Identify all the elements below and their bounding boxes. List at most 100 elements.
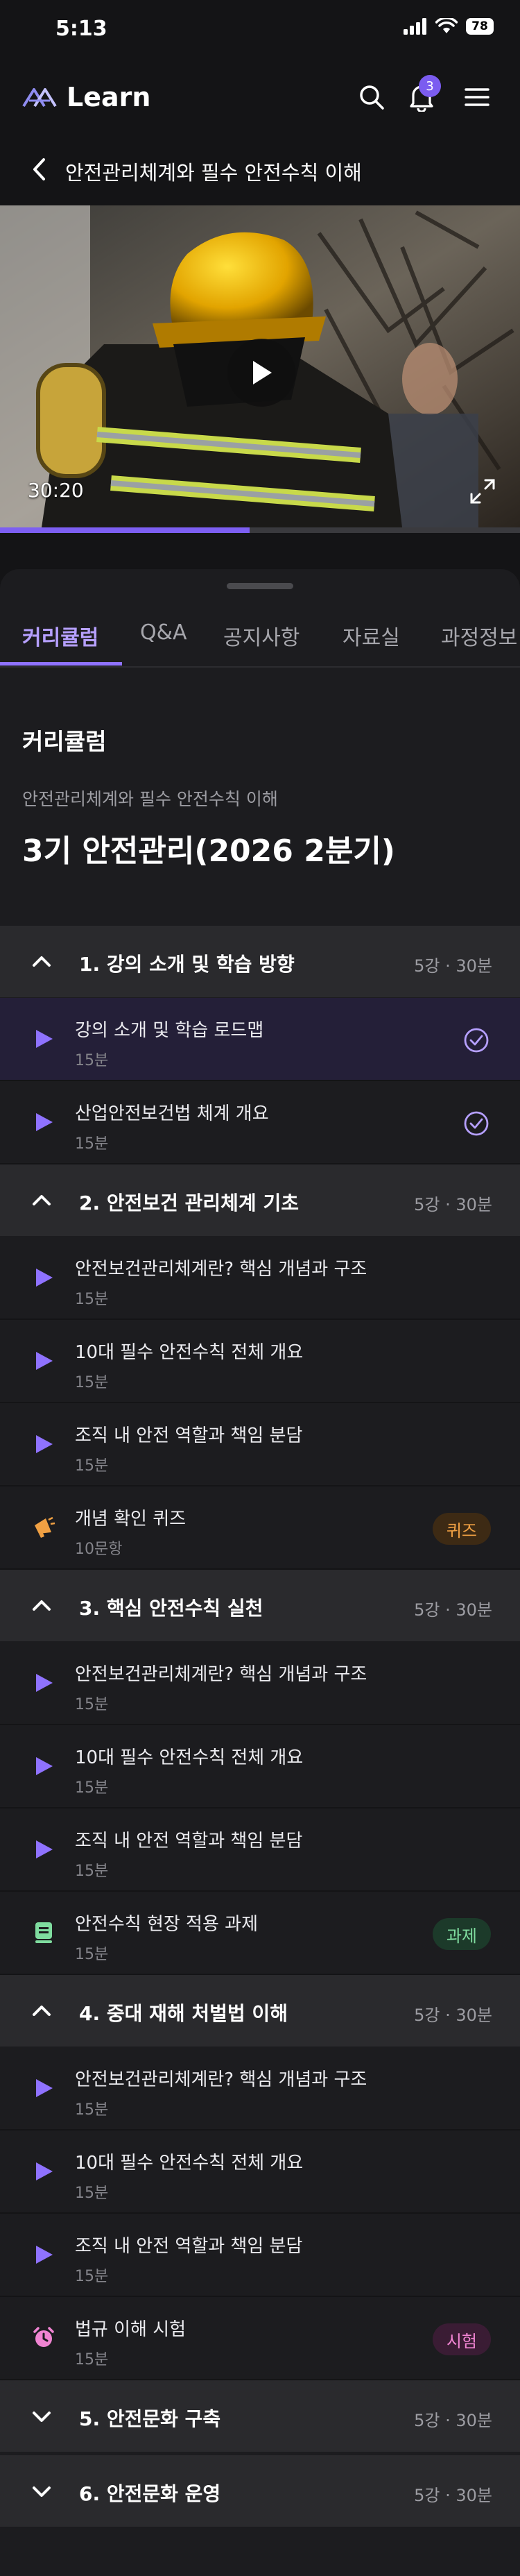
play-icon — [32, 1754, 55, 1778]
play-icon — [32, 1027, 55, 1051]
lesson-title: 조직 내 안전 역할과 책임 분담 — [75, 1425, 303, 1446]
lesson-duration: 15분 — [75, 2351, 109, 2369]
section-title: 1. 강의 소개 및 학습 방향 — [79, 953, 295, 976]
hamburger-icon — [465, 88, 489, 106]
app-logo[interactable]: Learn — [22, 82, 150, 112]
course-sheet: 커리큘럼 Q&A 공지사항 자료실 과정정보 커리큘럼 안전관리체계와 필수 안… — [0, 569, 520, 2576]
lesson-item[interactable]: 10대 필수 안전수칙 전체 개요 15분 — [0, 1725, 520, 1808]
lesson-duration: 15분 — [75, 1052, 109, 1069]
lesson-duration: 10문항 — [75, 1541, 123, 1558]
video-progress-fill — [0, 527, 250, 533]
chevron-up-icon — [33, 2006, 51, 2016]
notification-button[interactable]: 3 — [402, 75, 441, 117]
search-icon — [360, 85, 384, 110]
lesson-item[interactable]: 강의 소개 및 학습 로드맵 15분 — [0, 998, 520, 1081]
fullscreen-icon[interactable] — [469, 477, 496, 505]
section-meta: 5강 · 30분 — [414, 1600, 492, 1620]
lesson-duration: 15분 — [75, 1374, 109, 1391]
play-icon — [32, 1671, 55, 1695]
status-bar: 5:13 78 — [0, 0, 520, 61]
lesson-item[interactable]: 법규 이해 시험 15분 시험 — [0, 2297, 520, 2380]
play-button[interactable] — [227, 339, 295, 407]
lesson-item[interactable]: 산업안전보건법 체계 개요 15분 — [0, 1081, 520, 1164]
lesson-title: 10대 필수 안전수칙 전체 개요 — [75, 1747, 304, 1768]
section-meta: 5강 · 30분 — [414, 2006, 492, 2025]
search-button[interactable] — [352, 78, 391, 117]
tab-course-info[interactable]: 과정정보 — [441, 620, 517, 651]
lesson-title: 안전수칙 현장 적용 과제 — [75, 1914, 258, 1935]
lesson-title: 조직 내 안전 역할과 책임 분담 — [75, 2236, 303, 2257]
section-header[interactable]: 4. 중대 재해 처벌법 이해 5강 · 30분 — [0, 1975, 520, 2047]
section-header[interactable]: 3. 핵심 안전수칙 실천 5강 · 30분 — [0, 1570, 520, 1642]
lesson-item[interactable]: 조직 내 안전 역할과 책임 분담 15분 — [0, 1808, 520, 1892]
chevron-left-icon — [33, 158, 45, 180]
section-header[interactable]: 5. 안전문화 구축 5강 · 30분 — [0, 2380, 520, 2452]
lesson-item[interactable]: 안전보건관리체계란? 핵심 개념과 구조 15분 — [0, 1642, 520, 1725]
play-icon — [32, 1349, 55, 1373]
curriculum-heading: 커리큘럼 — [22, 728, 107, 755]
play-icon — [32, 1432, 55, 1456]
logo-icon — [22, 88, 57, 108]
lesson-type-badge: 시험 — [432, 2323, 491, 2355]
lesson-item[interactable]: 10대 필수 안전수칙 전체 개요 15분 — [0, 2130, 520, 2214]
section-header[interactable]: 6. 안전문화 운영 5강 · 30분 — [0, 2455, 520, 2527]
lesson-duration: 15분 — [75, 2185, 109, 2202]
lesson-title: 10대 필수 안전수칙 전체 개요 — [75, 1342, 304, 1363]
status-time: 5:13 — [55, 17, 107, 41]
lesson-duration: 15분 — [75, 1779, 109, 1797]
lesson-item[interactable]: 안전보건관리체계란? 핵심 개념과 구조 15분 — [0, 2047, 520, 2130]
chevron-down-icon — [33, 2486, 51, 2497]
lesson-duration: 15분 — [75, 2268, 109, 2285]
sheet-handle[interactable] — [227, 583, 293, 589]
lesson-item[interactable]: 안전수칙 현장 적용 과제 15분 과제 — [0, 1892, 520, 1975]
play-icon — [32, 1266, 55, 1289]
notification-badge: 3 — [419, 75, 441, 97]
lesson-duration: 15분 — [75, 2101, 109, 2119]
tab-qna[interactable]: Q&A — [140, 620, 187, 645]
play-icon — [32, 1110, 55, 1134]
lesson-item[interactable]: 개념 확인 퀴즈 10문항 퀴즈 — [0, 1486, 520, 1570]
lesson-title: 10대 필수 안전수칙 전체 개요 — [75, 2153, 304, 2174]
section-title: 2. 안전보건 관리체계 기초 — [79, 1192, 299, 1214]
alarm-clock-icon — [32, 2326, 55, 2350]
section-title: 6. 안전문화 운영 — [79, 2482, 221, 2505]
lesson-duration: 15분 — [75, 1457, 109, 1475]
tab-resources[interactable]: 자료실 — [343, 620, 400, 651]
chevron-up-icon — [33, 1600, 51, 1611]
chevron-up-icon — [33, 956, 51, 967]
lesson-title: 법규 이해 시험 — [75, 2319, 187, 2340]
course-header: 안전관리체계와 필수 안전수칙 이해 — [0, 133, 520, 205]
chevron-down-icon — [33, 2412, 51, 2422]
menu-button[interactable] — [458, 78, 496, 117]
section-title: 5. 안전문화 구축 — [79, 2407, 221, 2430]
check-circle-icon — [464, 1111, 489, 1136]
check-circle-icon — [464, 1028, 489, 1053]
course-title: 안전관리체계와 필수 안전수칙 이해 — [65, 161, 362, 185]
curriculum-subtitle: 안전관리체계와 필수 안전수칙 이해 — [22, 789, 278, 809]
section-meta: 5강 · 30분 — [414, 1195, 492, 1214]
play-icon — [32, 2160, 55, 2183]
video-player[interactable]: 30:20 — [0, 205, 520, 527]
tab-notice[interactable]: 공지사항 — [223, 620, 300, 651]
lesson-title: 안전보건관리체계란? 핵심 개념과 구조 — [75, 1664, 367, 1685]
curriculum-title: 3기 안전관리(2026 2분기) — [22, 833, 395, 869]
curriculum-list: 1. 강의 소개 및 학습 방향 5강 · 30분 강의 소개 및 학습 로드맵 15… — [0, 926, 520, 2527]
wifi-icon — [435, 18, 458, 33]
lesson-item[interactable]: 조직 내 안전 역할과 책임 분담 15분 — [0, 1403, 520, 1486]
lesson-duration: 15분 — [75, 1696, 109, 1713]
video-progress-bar[interactable] — [0, 527, 520, 533]
lesson-item[interactable]: 10대 필수 안전수칙 전체 개요 15분 — [0, 1320, 520, 1403]
play-icon — [32, 2243, 55, 2266]
section-header[interactable]: 2. 안전보건 관리체계 기초 5강 · 30분 — [0, 1164, 520, 1237]
lesson-item[interactable]: 조직 내 안전 역할과 책임 분담 15분 — [0, 2214, 520, 2297]
lesson-title: 개념 확인 퀴즈 — [75, 1509, 187, 1530]
section-header[interactable]: 1. 강의 소개 및 학습 방향 5강 · 30분 — [0, 926, 520, 998]
lesson-item[interactable]: 안전보건관리체계란? 핵심 개념과 구조 15분 — [0, 1237, 520, 1320]
lesson-duration: 15분 — [75, 1863, 109, 1880]
lesson-duration: 15분 — [75, 1291, 109, 1308]
signal-icon — [404, 18, 426, 35]
document-icon — [32, 1921, 55, 1944]
tab-curriculum[interactable]: 커리큘럼 — [22, 620, 98, 651]
lesson-duration: 15분 — [75, 1946, 109, 1963]
back-button[interactable] — [24, 150, 54, 189]
